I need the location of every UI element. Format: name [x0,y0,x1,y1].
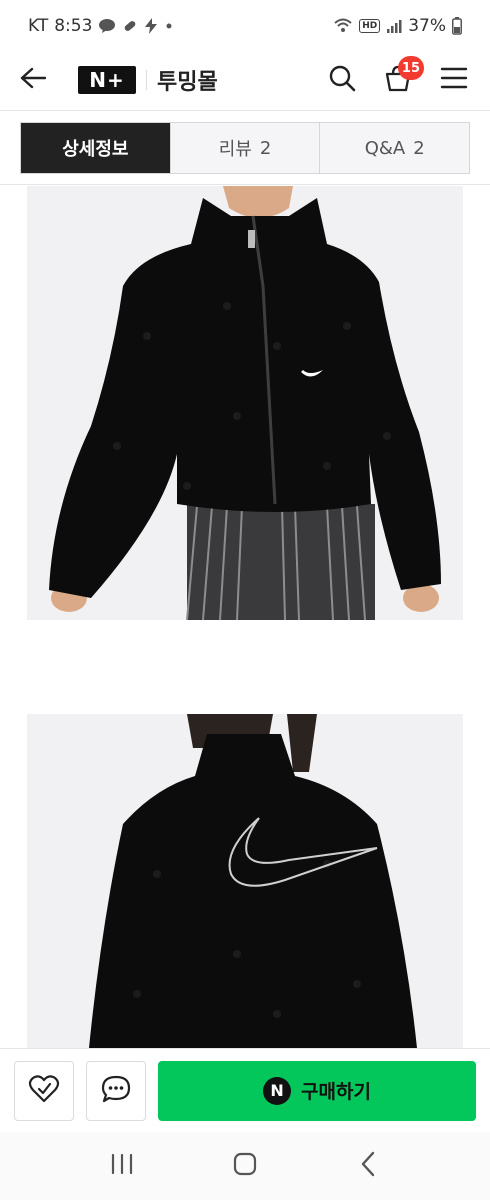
tab-qna-label: Q&A [364,137,406,159]
naver-pay-icon: N [263,1076,292,1105]
more-notifications-dot-icon [164,21,174,31]
home-icon [233,1152,257,1180]
talk-talk-button[interactable] [86,1060,146,1121]
pill-notification-icon [122,18,138,34]
header-divider [0,110,490,111]
heart-check-icon [28,1074,60,1108]
carrier-label: KT [28,16,49,36]
back-arrow-icon [20,67,47,93]
buy-button[interactable]: N 구매하기 [158,1060,476,1121]
tab-details-label: 상세정보 [62,139,129,160]
cart-button[interactable]: 15 [380,56,424,98]
tab-divider [0,184,490,185]
clock: 8:53 [54,16,93,36]
search-icon [328,64,356,96]
status-bar: KT 8:53 HD 37% [0,0,490,52]
hd-voice-icon: HD [359,19,381,33]
bolt-notification-icon [144,18,158,34]
naver-plus-logo[interactable]: N+ [78,66,136,94]
system-navigation-bar [0,1132,490,1200]
tab-reviews[interactable]: 리뷰 2 [169,123,320,173]
menu-icon [440,67,468,93]
nav-actions: 15 [324,56,472,98]
tab-details[interactable]: 상세정보 [21,123,170,173]
chevron-left-icon [360,1151,376,1181]
wishlist-button[interactable] [14,1060,74,1121]
chat-icon [100,1074,132,1108]
battery-icon [452,17,462,35]
status-right: HD 37% [333,16,462,36]
jacket-back-illustration [27,714,463,1048]
tab-reviews-count: 2 [259,137,272,159]
logo-separator [146,70,147,90]
tab-qna[interactable]: Q&A 2 [319,123,470,173]
status-left: KT 8:53 [28,16,174,36]
store-name[interactable]: 투밍몰 [157,64,218,96]
battery-percent: 37% [408,16,446,36]
back-button[interactable] [18,65,48,95]
cart-count-badge: 15 [397,56,424,80]
product-image-back [27,714,463,1048]
detail-tabs: 상세정보 리뷰 2 Q&A 2 [20,122,470,174]
product-image-front [27,186,463,620]
recent-apps-icon [110,1153,134,1179]
tab-qna-count: 2 [413,137,425,159]
search-button[interactable] [324,62,360,98]
purchase-action-bar: N 구매하기 [0,1048,490,1132]
wifi-icon [333,18,353,34]
tab-reviews-label: 리뷰 [218,139,252,160]
home-button[interactable] [225,1146,265,1186]
top-navigation: N+ 투밍몰 15 [0,52,490,108]
menu-button[interactable] [436,62,472,98]
system-back-button[interactable] [348,1146,388,1186]
buy-button-label: 구매하기 [301,1081,371,1103]
talk-notification-icon [98,18,116,34]
signal-icon [386,18,402,34]
recent-apps-button[interactable] [102,1146,142,1186]
jacket-front-illustration [27,186,463,620]
